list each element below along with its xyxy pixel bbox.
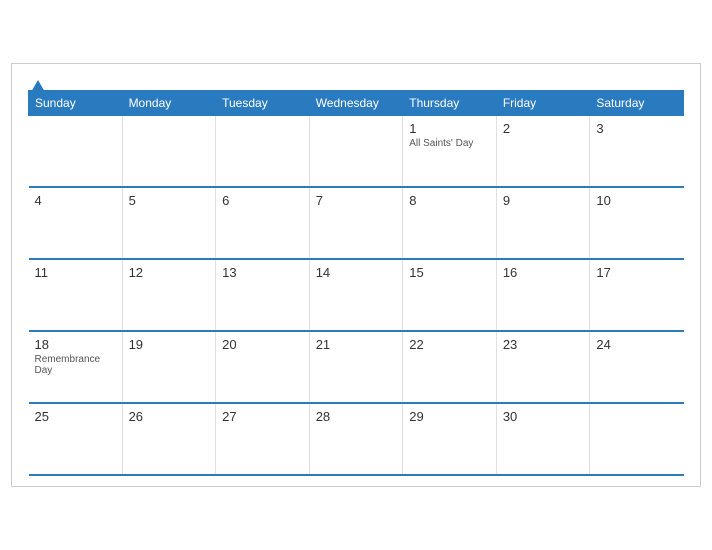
holiday-name: Remembrance Day bbox=[35, 354, 116, 376]
day-number: 5 bbox=[129, 193, 210, 208]
logo bbox=[28, 80, 45, 93]
calendar-cell: 10 bbox=[590, 187, 684, 259]
day-number: 12 bbox=[129, 265, 210, 280]
calendar-cell: 21 bbox=[309, 331, 403, 403]
calendar-cell: 3 bbox=[590, 115, 684, 187]
day-number: 9 bbox=[503, 193, 584, 208]
day-number: 28 bbox=[316, 409, 397, 424]
calendar-cell: 23 bbox=[496, 331, 590, 403]
day-number: 30 bbox=[503, 409, 584, 424]
calendar-cell bbox=[122, 115, 216, 187]
calendar-cell bbox=[309, 115, 403, 187]
calendar-cell: 30 bbox=[496, 403, 590, 475]
day-number: 19 bbox=[129, 337, 210, 352]
calendar-cell: 5 bbox=[122, 187, 216, 259]
weekday-friday: Friday bbox=[496, 90, 590, 115]
day-number: 1 bbox=[409, 121, 490, 136]
calendar-cell: 22 bbox=[403, 331, 497, 403]
weekday-wednesday: Wednesday bbox=[309, 90, 403, 115]
calendar-cell: 19 bbox=[122, 331, 216, 403]
day-number: 2 bbox=[503, 121, 584, 136]
calendar-cell: 29 bbox=[403, 403, 497, 475]
day-number: 27 bbox=[222, 409, 303, 424]
day-number: 29 bbox=[409, 409, 490, 424]
weekday-thursday: Thursday bbox=[403, 90, 497, 115]
week-row-3: 18 Remembrance Day 19 20 21 22 23 24 bbox=[29, 331, 684, 403]
calendar-cell: 4 bbox=[29, 187, 123, 259]
logo-blue-text bbox=[28, 80, 45, 93]
calendar-cell: 8 bbox=[403, 187, 497, 259]
day-number: 6 bbox=[222, 193, 303, 208]
calendar-cell: 15 bbox=[403, 259, 497, 331]
calendar-cell: 20 bbox=[216, 331, 310, 403]
calendar-cell: 18 Remembrance Day bbox=[29, 331, 123, 403]
calendar-cell: 16 bbox=[496, 259, 590, 331]
calendar-cell: 14 bbox=[309, 259, 403, 331]
day-number: 26 bbox=[129, 409, 210, 424]
calendar-cell: 12 bbox=[122, 259, 216, 331]
day-number: 18 bbox=[35, 337, 116, 352]
weekday-monday: Monday bbox=[122, 90, 216, 115]
day-number: 14 bbox=[316, 265, 397, 280]
week-row-4: 25 26 27 28 29 30 bbox=[29, 403, 684, 475]
day-number: 24 bbox=[596, 337, 677, 352]
weekday-sunday: Sunday bbox=[29, 90, 123, 115]
day-number: 15 bbox=[409, 265, 490, 280]
calendar-cell: 11 bbox=[29, 259, 123, 331]
day-number: 25 bbox=[35, 409, 116, 424]
calendar-cell: 2 bbox=[496, 115, 590, 187]
day-number: 13 bbox=[222, 265, 303, 280]
day-number: 11 bbox=[35, 265, 116, 280]
week-row-2: 11 12 13 14 15 16 17 bbox=[29, 259, 684, 331]
weekday-header-row: SundayMondayTuesdayWednesdayThursdayFrid… bbox=[29, 90, 684, 115]
day-number: 22 bbox=[409, 337, 490, 352]
day-number: 21 bbox=[316, 337, 397, 352]
calendar-cell: 27 bbox=[216, 403, 310, 475]
day-number: 7 bbox=[316, 193, 397, 208]
holiday-name: All Saints' Day bbox=[409, 138, 490, 149]
weekday-tuesday: Tuesday bbox=[216, 90, 310, 115]
calendar-cell: 25 bbox=[29, 403, 123, 475]
calendar-cell bbox=[29, 115, 123, 187]
day-number: 8 bbox=[409, 193, 490, 208]
week-row-0: 1 All Saints' Day 23 bbox=[29, 115, 684, 187]
calendar-grid: SundayMondayTuesdayWednesdayThursdayFrid… bbox=[28, 90, 684, 477]
calendar-cell: 28 bbox=[309, 403, 403, 475]
logo-triangle-icon bbox=[31, 80, 45, 92]
day-number: 16 bbox=[503, 265, 584, 280]
day-number: 4 bbox=[35, 193, 116, 208]
day-number: 20 bbox=[222, 337, 303, 352]
calendar-cell: 26 bbox=[122, 403, 216, 475]
calendar-cell: 24 bbox=[590, 331, 684, 403]
calendar-cell: 13 bbox=[216, 259, 310, 331]
calendar-cell: 17 bbox=[590, 259, 684, 331]
day-number: 10 bbox=[596, 193, 677, 208]
day-number: 17 bbox=[596, 265, 677, 280]
week-row-1: 456789 10 bbox=[29, 187, 684, 259]
calendar-cell bbox=[590, 403, 684, 475]
calendar-cell: 1 All Saints' Day bbox=[403, 115, 497, 187]
day-number: 3 bbox=[596, 121, 677, 136]
calendar-cell: 6 bbox=[216, 187, 310, 259]
calendar-cell: 7 bbox=[309, 187, 403, 259]
calendar-cell bbox=[216, 115, 310, 187]
weekday-saturday: Saturday bbox=[590, 90, 684, 115]
calendar-container: SundayMondayTuesdayWednesdayThursdayFrid… bbox=[11, 63, 701, 488]
day-number: 23 bbox=[503, 337, 584, 352]
calendar-cell: 9 bbox=[496, 187, 590, 259]
